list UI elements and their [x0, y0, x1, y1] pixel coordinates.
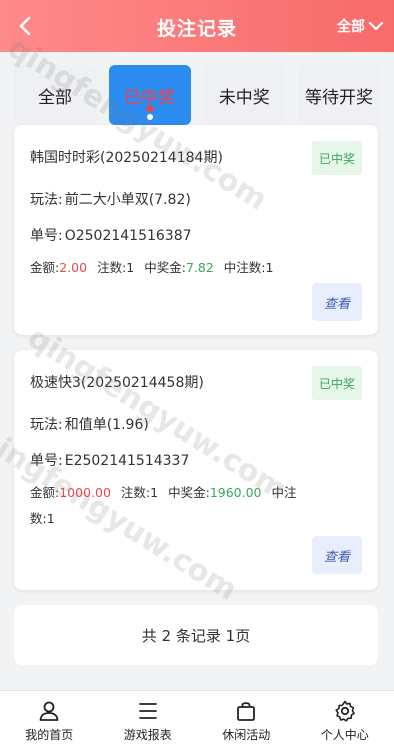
- order-value: O2502141516387: [64, 228, 192, 244]
- user-icon: [39, 701, 59, 721]
- gear-icon: [335, 700, 355, 722]
- tab-label: 等待开奖: [304, 87, 373, 108]
- bets-key: 注数:: [120, 485, 151, 500]
- tab-won[interactable]: 已中奖: [108, 65, 191, 125]
- amount-key: 金额:: [30, 260, 60, 275]
- amount-key: 金额:: [30, 485, 60, 500]
- nav-label: 游戏报表: [123, 727, 172, 742]
- win-key: 中奖金:: [168, 485, 210, 500]
- winbets-value: 1: [265, 260, 274, 275]
- nav-home[interactable]: 我的首页: [0, 691, 99, 750]
- amount-line: 金额:2.00 注数:1 中奖金:7.82 中注数:1: [30, 255, 273, 281]
- order-value: E2502141514337: [64, 453, 190, 469]
- header-bar: 投注记录 全部: [0, 0, 394, 52]
- caret-up-icon: [144, 104, 155, 111]
- winbets-key: 中注: [271, 485, 297, 500]
- view-button[interactable]: 查看: [312, 283, 362, 321]
- play-line: 玩法: 和值单(1.96): [30, 414, 149, 434]
- winbets-key-cont: 数:: [30, 511, 47, 526]
- tab-all[interactable]: 全部: [14, 65, 96, 125]
- bets-key: 注数:: [97, 260, 127, 275]
- bag-icon: [237, 701, 256, 721]
- nav-activities[interactable]: 休闲活动: [197, 691, 296, 750]
- amount-line: 金额:1000.00 注数:1 中奖金:1960.00 中注 数:1: [30, 480, 365, 532]
- play-value: 前二大小单双(7.82): [64, 192, 191, 208]
- win-value: 7.82: [185, 260, 214, 275]
- page-title: 投注记录: [156, 18, 237, 40]
- status-tabs: 全部 已中奖 未中奖 等待开奖: [14, 65, 380, 125]
- play-value: 和值单(1.96): [64, 417, 149, 433]
- view-button[interactable]: 查看: [312, 536, 362, 574]
- nav-reports[interactable]: 游戏报表: [99, 691, 198, 750]
- bet-record-card: 极速快3(20250214458期) 已中奖 玩法: 和值单(1.96) 单号: E…: [14, 350, 378, 590]
- play-line: 玩法: 前二大小单双(7.82): [30, 189, 191, 209]
- nav-profile[interactable]: 个人中心: [296, 691, 394, 750]
- tab-lost[interactable]: 未中奖: [203, 65, 286, 125]
- order-line: 单号: O2502141516387: [30, 225, 192, 245]
- bottom-nav: 我的首页 游戏报表 休闲活动 个人中心: [0, 690, 394, 750]
- play-key: 玩法:: [30, 192, 63, 208]
- win-key: 中奖金:: [144, 260, 186, 275]
- bets-value: 1: [126, 260, 135, 275]
- status-badge: 已中奖: [312, 366, 362, 400]
- bets-value: 1: [150, 485, 159, 500]
- amount-value: 1000.00: [59, 485, 111, 500]
- filter-dropdown[interactable]: 全部: [337, 16, 384, 36]
- chevron-down-icon: [368, 21, 384, 31]
- winbets-key: 中注数:: [223, 260, 266, 275]
- tab-pending[interactable]: 等待开奖: [297, 65, 380, 125]
- nav-label: 我的首页: [25, 727, 74, 742]
- game-title: 极速快3(20250214458期): [30, 375, 204, 391]
- order-key: 单号:: [30, 453, 63, 469]
- order-key: 单号:: [30, 228, 63, 244]
- nav-label: 个人中心: [320, 727, 369, 742]
- winbets-value: 1: [46, 511, 55, 526]
- nav-label: 休闲活动: [222, 727, 271, 742]
- order-line: 单号: E2502141514337: [30, 450, 189, 470]
- amount-value: 2.00: [59, 260, 88, 275]
- tab-label: 未中奖: [218, 87, 270, 108]
- play-key: 玩法:: [30, 417, 63, 433]
- win-value: 1960.00: [209, 485, 262, 500]
- record-summary: 共 2 条记录 1页: [14, 605, 378, 665]
- tab-label: 全部: [38, 87, 72, 108]
- status-badge: 已中奖: [312, 141, 362, 175]
- active-dot-icon: [146, 114, 153, 120]
- bet-record-card: 韩国时时彩(20250214184期) 已中奖 玩法: 前二大小单双(7.82) …: [14, 125, 378, 335]
- list-icon: [138, 702, 157, 719]
- game-title: 韩国时时彩(20250214184期): [30, 150, 223, 166]
- filter-label: 全部: [337, 19, 365, 35]
